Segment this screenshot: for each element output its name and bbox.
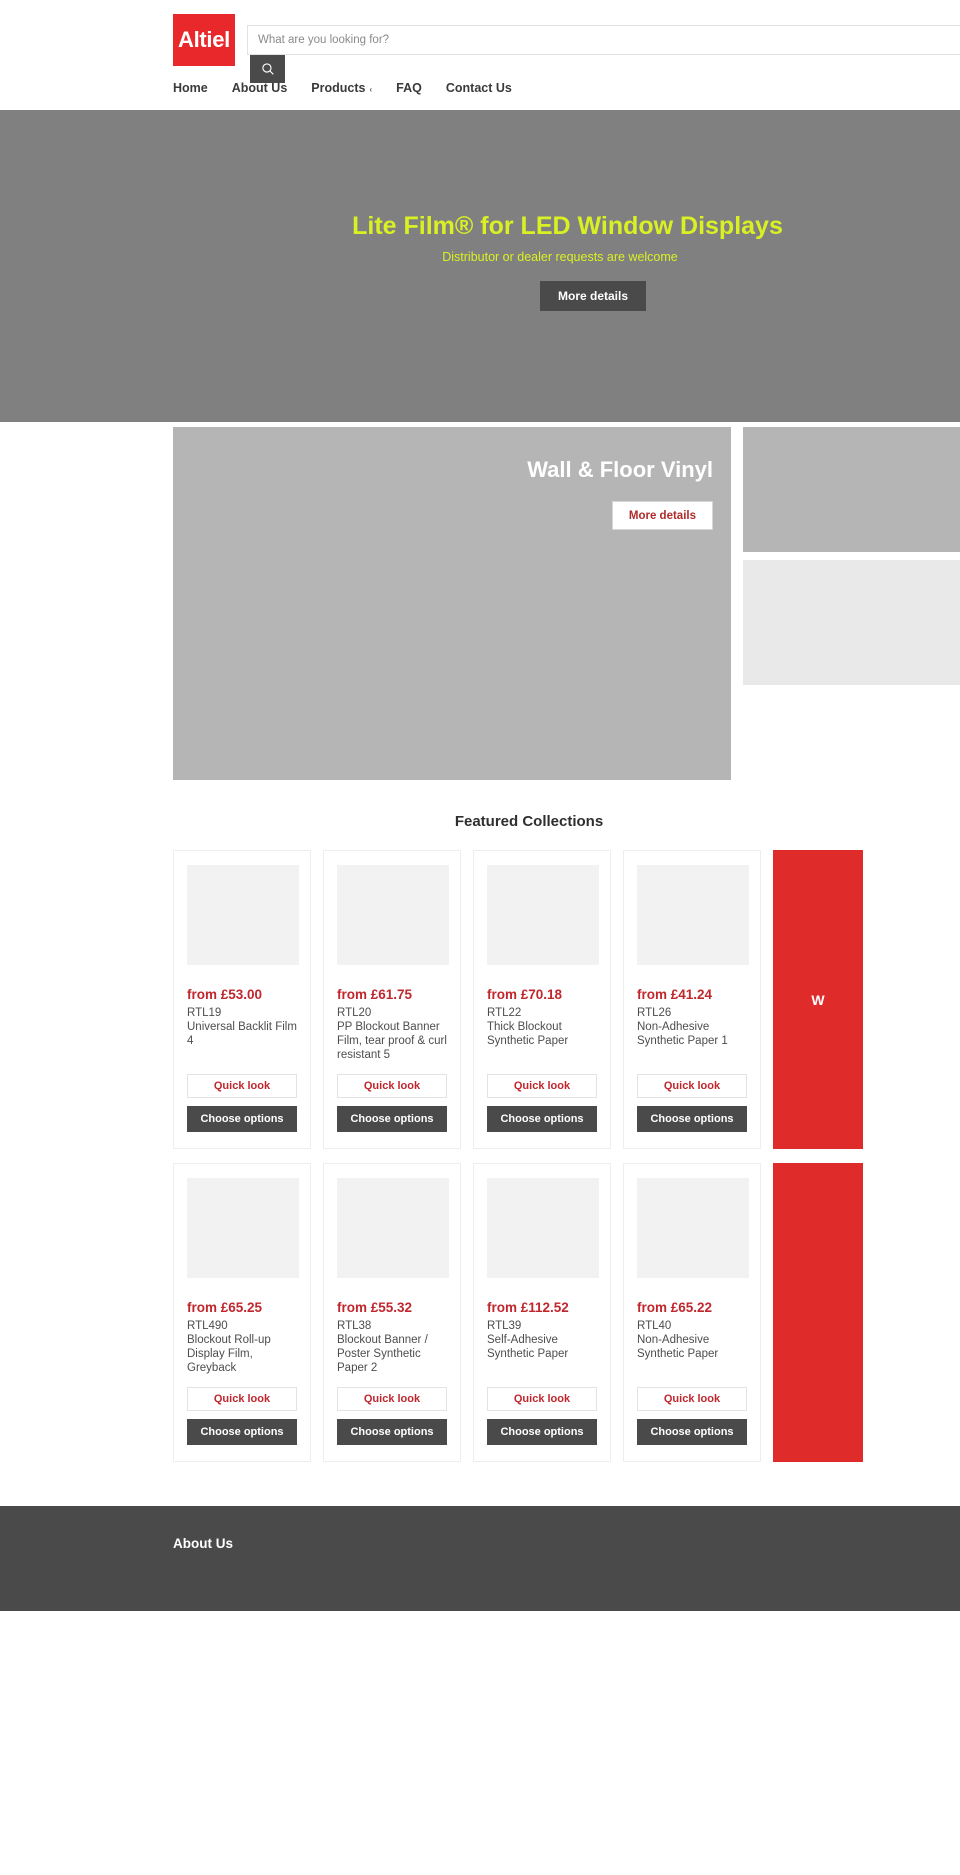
page-root: Altiel Home About Us Products‹ FAQ Conta…: [0, 0, 960, 1612]
product-title: Non-Adhesive Synthetic Paper 1: [637, 1021, 728, 1048]
nav-item-home[interactable]: Home: [173, 81, 208, 95]
product-price: from £61.75: [337, 987, 413, 1002]
product-sku: RTL39: [487, 1320, 522, 1333]
product-row: from £53.00 RTL19 Universal Backlit Film…: [173, 850, 960, 1150]
collection-tiles-section: Wall & Floor Vinyl More details: [0, 422, 960, 797]
product-image: [187, 865, 299, 965]
product-title: Self-Adhesive Synthetic Paper: [487, 1334, 569, 1361]
quick-look-button[interactable]: Quick look: [187, 1387, 297, 1412]
product-price: from £55.32: [337, 1300, 413, 1316]
choose-options-button[interactable]: Choose options: [187, 1419, 297, 1446]
choose-options-button[interactable]: Choose options: [637, 1106, 747, 1133]
quick-look-button[interactable]: Quick look: [637, 1387, 747, 1412]
product-price: from £65.22: [637, 1300, 713, 1316]
choose-options-button[interactable]: Choose options: [487, 1419, 597, 1446]
quick-look-button[interactable]: Quick look: [487, 1387, 597, 1412]
product-card[interactable]: from £55.32 RTL38 Blockout Banner / Post…: [323, 1163, 461, 1463]
collection-title: Wall & Floor Vinyl: [527, 457, 713, 482]
product-title: Blockout Roll-up Display Film, Greyback: [187, 1334, 271, 1375]
quick-look-button[interactable]: Quick look: [337, 1074, 447, 1099]
hero-banner[interactable]: Lite Film® for LED Window Displays Distr…: [0, 110, 960, 422]
product-title: Universal Backlit Film 4: [187, 1021, 297, 1048]
promo-panel[interactable]: W: [773, 850, 863, 1150]
product-price: from £70.18: [487, 987, 563, 1002]
site-header: Altiel Home About Us Products‹ FAQ Conta…: [0, 0, 960, 110]
site-footer: About Us: [0, 1506, 960, 1612]
product-sku: RTL38: [337, 1320, 372, 1333]
hero-title: Lite Film® for LED Window Displays: [352, 212, 783, 240]
product-title: PP Blockout Banner Film, tear proof & cu…: [337, 1021, 447, 1062]
product-image: [487, 1178, 599, 1279]
product-price: from £112.52: [487, 1300, 569, 1316]
product-row: from £65.25 RTL490 Blockout Roll-up Disp…: [173, 1163, 960, 1463]
main-navigation: Home About Us Products ‹ FAQ Contact Us: [173, 81, 512, 95]
product-card[interactable]: from £41.24 RTL26 Non-Adhesive Synthetic…: [623, 850, 761, 1150]
choose-options-button[interactable]: Choose options: [187, 1106, 297, 1133]
footer-about-us-heading: About Us: [173, 1536, 233, 1552]
search-input[interactable]: [247, 25, 960, 55]
hero-subtitle: Distributor or dealer requests are welco…: [442, 250, 678, 264]
promo-panel[interactable]: [773, 1163, 863, 1463]
product-sku: RTL26: [637, 1007, 672, 1019]
search-submit-button[interactable]: [250, 55, 285, 83]
hero-more-details-button[interactable]: More details: [540, 281, 647, 311]
collection-tile-bottom[interactable]: [743, 560, 960, 685]
choose-options-button[interactable]: Choose options: [637, 1419, 747, 1446]
quick-look-button[interactable]: Quick look: [487, 1074, 597, 1099]
promo-panel-label: W: [811, 991, 825, 1008]
product-sku: RTL40: [637, 1320, 672, 1333]
hero-content: Lite Film® for LED Window Displays Distr…: [0, 110, 960, 422]
quick-look-button[interactable]: Quick look: [187, 1074, 297, 1099]
product-image: [337, 865, 449, 965]
product-card[interactable]: from £65.25 RTL490 Blockout Roll-up Disp…: [173, 1163, 311, 1463]
nav-item-faq[interactable]: FAQ: [396, 81, 422, 95]
product-sku: RTL490: [187, 1320, 228, 1333]
choose-options-button[interactable]: Choose options: [487, 1106, 597, 1133]
product-price: from £65.25: [187, 1300, 263, 1316]
product-title: Blockout Banner / Poster Synthetic Paper…: [337, 1334, 428, 1375]
product-card[interactable]: from £112.52 RTL39 Self-Adhesive Synthet…: [473, 1163, 611, 1463]
quick-look-button[interactable]: Quick look: [637, 1074, 747, 1099]
choose-options-button[interactable]: Choose options: [337, 1419, 447, 1446]
quick-look-button[interactable]: Quick look: [337, 1387, 447, 1412]
brand-logo-text: Altiel: [178, 27, 230, 52]
collection-tile-top[interactable]: [743, 427, 960, 552]
collection-tile-wall-floor-vinyl[interactable]: Wall & Floor Vinyl More details: [173, 427, 731, 780]
product-price: from £41.24: [637, 987, 713, 1002]
product-image: [637, 1178, 749, 1279]
nav-item-about-us[interactable]: About Us: [232, 81, 288, 95]
product-sku: RTL20: [337, 1007, 372, 1019]
brand-logo[interactable]: Altiel: [173, 14, 235, 66]
product-title: Non-Adhesive Synthetic Paper: [637, 1334, 719, 1361]
search-icon: [261, 63, 274, 75]
product-sku: RTL22: [487, 1007, 522, 1019]
product-image: [187, 1178, 299, 1279]
product-card[interactable]: from £65.22 RTL40 Non-Adhesive Synthetic…: [623, 1163, 761, 1463]
product-card[interactable]: from £53.00 RTL19 Universal Backlit Film…: [173, 850, 311, 1150]
product-image: [637, 865, 749, 965]
nav-item-products[interactable]: Products ‹: [311, 81, 372, 95]
collection-more-details-button[interactable]: More details: [611, 501, 713, 530]
search-bar: [247, 25, 960, 55]
featured-collections-section: Featured Collections from £53.00 RTL19 U…: [0, 797, 960, 1507]
product-card[interactable]: from £61.75 RTL20 PP Blockout Banner Fil…: [323, 850, 461, 1150]
nav-item-products-label: Products: [311, 81, 366, 95]
nav-item-contact-us[interactable]: Contact Us: [446, 81, 512, 95]
product-title: Thick Blockout Synthetic Paper: [487, 1021, 569, 1048]
product-sku: RTL19: [187, 1007, 222, 1019]
product-price: from £53.00: [187, 987, 263, 1002]
product-image: [487, 865, 599, 965]
product-image: [337, 1178, 449, 1279]
choose-options-button[interactable]: Choose options: [337, 1106, 447, 1133]
product-card[interactable]: from £70.18 RTL22 Thick Blockout Synthet…: [473, 850, 611, 1150]
featured-collections-heading: Featured Collections: [454, 813, 604, 830]
chevron-down-icon: ‹: [369, 85, 373, 94]
